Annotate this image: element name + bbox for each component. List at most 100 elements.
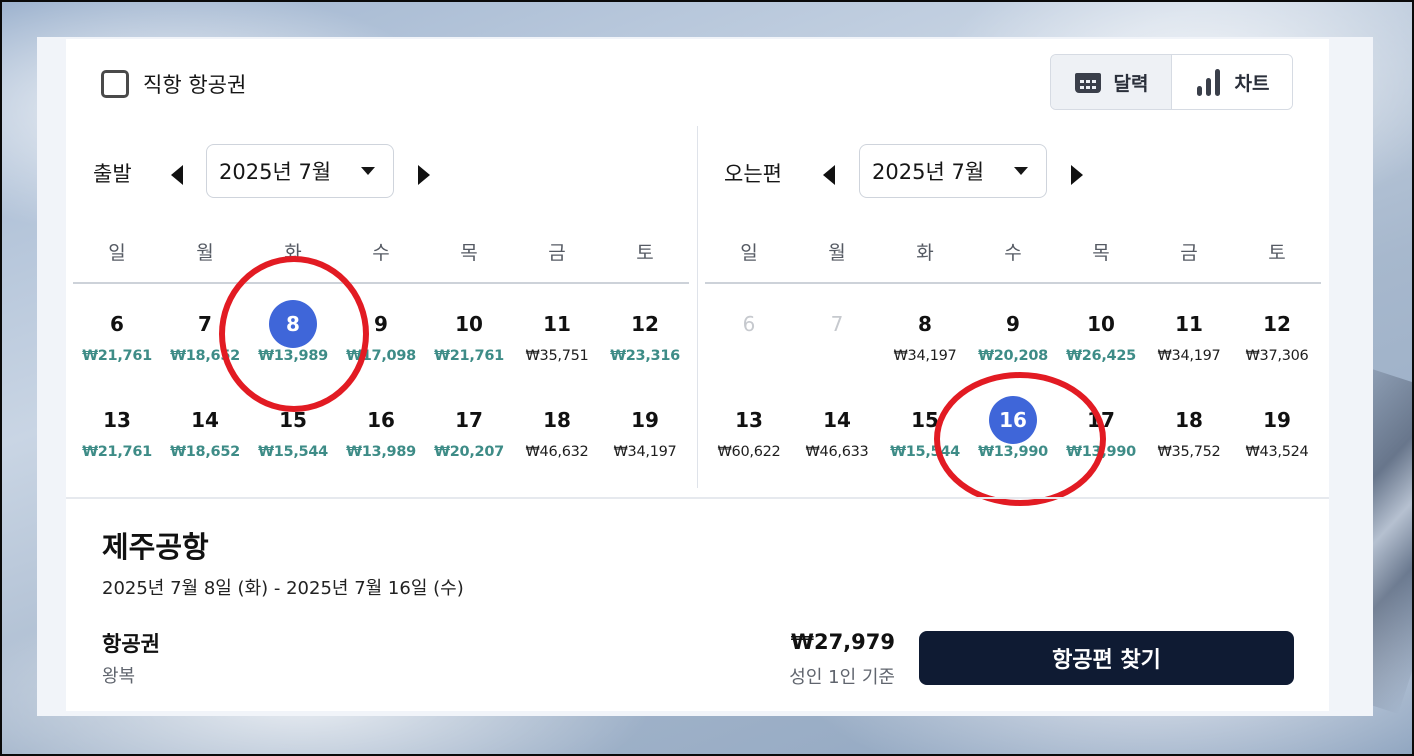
day-price: ₩21,761 xyxy=(82,444,152,460)
return-month-value: 2025년 7월 xyxy=(872,160,985,184)
day-number: 19 xyxy=(631,408,659,432)
day-price: ₩21,761 xyxy=(434,348,504,364)
day-number: 11 xyxy=(1175,312,1203,336)
return-month-select[interactable]: 2025년 7월 xyxy=(859,144,1047,198)
calendar-view-label: 달력 xyxy=(1113,72,1149,95)
destination-title: 제주공항 xyxy=(102,530,209,564)
day-cell[interactable]: 16 ₩13,989 xyxy=(337,396,425,476)
weekday-label: 토 xyxy=(636,242,654,264)
direct-flight-filter[interactable]: 직항 항공권 xyxy=(101,69,246,99)
bar-chart-icon xyxy=(1195,67,1223,97)
direct-flight-checkbox[interactable] xyxy=(101,70,129,98)
day-number: 17 xyxy=(455,408,483,432)
trip-date-range: 2025년 7월 8일 (화) - 2025년 7월 16일 (수) xyxy=(102,578,464,599)
day-price: ₩35,751 xyxy=(525,348,589,364)
day-price: ₩15,544 xyxy=(258,444,328,460)
day-cell[interactable]: 19 ₩43,524 xyxy=(1233,396,1321,476)
weekday-label: 일 xyxy=(740,242,758,264)
ticket-type: 왕복 xyxy=(102,666,136,687)
prev-month-icon[interactable] xyxy=(169,164,185,186)
prev-month-icon[interactable] xyxy=(821,164,837,186)
departure-label: 출발 xyxy=(93,162,132,186)
day-number: 10 xyxy=(455,312,483,336)
day-number: 18 xyxy=(1175,408,1203,432)
day-cell[interactable]: 11 ₩35,751 xyxy=(513,300,601,380)
day-cell[interactable]: 9 ₩20,208 xyxy=(969,300,1057,380)
annotation-circle-return xyxy=(934,372,1106,506)
return-weekday-header: 일 월 화 수 목 금 토 xyxy=(705,238,1321,265)
day-cell[interactable]: 13 ₩21,761 xyxy=(73,396,161,476)
departure-month-nav: 출발 2025년 7월 xyxy=(73,144,689,198)
day-cell[interactable]: 17 ₩20,207 xyxy=(425,396,513,476)
total-price: ₩27,979 xyxy=(790,630,895,654)
day-number: 9 xyxy=(1006,312,1020,336)
day-price: ₩21,761 xyxy=(82,348,152,364)
weekday-label: 화 xyxy=(916,242,934,264)
summary-divider xyxy=(66,497,1329,499)
chevron-down-icon xyxy=(361,167,375,175)
weekday-label: 목 xyxy=(1092,242,1110,264)
day-price: ₩23,316 xyxy=(610,348,680,364)
day-number: 6 xyxy=(742,312,756,336)
day-price: ₩18,652 xyxy=(170,444,240,460)
weekday-rule xyxy=(705,282,1321,284)
day-cell[interactable]: 8 ₩34,197 xyxy=(881,300,969,380)
departure-month-value: 2025년 7월 xyxy=(219,160,332,184)
weekday-label: 수 xyxy=(1004,242,1022,264)
direct-flight-label: 직항 항공권 xyxy=(143,73,247,97)
day-cell[interactable]: 14 ₩46,633 xyxy=(793,396,881,476)
weekday-label: 월 xyxy=(828,242,846,264)
weekday-label: 일 xyxy=(108,242,126,264)
day-cell[interactable]: 12 ₩23,316 xyxy=(601,300,689,380)
find-flights-button[interactable]: 항공편 찾기 xyxy=(919,631,1294,685)
departure-week-row: 6 ₩21,761 7 ₩18,652 8 ₩13,989 9 ₩17,098 10 ₩21,76… xyxy=(73,300,689,380)
day-price: ₩13,989 xyxy=(346,444,416,460)
day-number: 13 xyxy=(735,408,763,432)
day-price: ₩34,197 xyxy=(1157,348,1221,364)
day-number: 14 xyxy=(823,408,851,432)
day-number: 14 xyxy=(191,408,219,432)
day-price: ₩35,752 xyxy=(1157,444,1221,460)
chart-view-button[interactable]: 차트 xyxy=(1172,55,1292,109)
next-month-icon[interactable] xyxy=(1069,164,1085,186)
weekday-label: 금 xyxy=(1180,242,1198,264)
next-month-icon[interactable] xyxy=(416,164,432,186)
day-number: 18 xyxy=(543,408,571,432)
day-price: ₩34,197 xyxy=(613,444,677,460)
day-cell[interactable]: 14 ₩18,652 xyxy=(161,396,249,476)
day-price: ₩60,622 xyxy=(717,444,781,460)
calendar-icon xyxy=(1074,70,1102,94)
day-number: 16 xyxy=(367,408,395,432)
day-cell[interactable]: 18 ₩46,632 xyxy=(513,396,601,476)
departure-weekday-header: 일 월 화 수 목 금 토 xyxy=(73,238,689,265)
day-price: ₩46,632 xyxy=(525,444,589,460)
return-month-nav: 오는편 2025년 7월 xyxy=(705,144,1321,198)
weekday-label: 토 xyxy=(1268,242,1286,264)
day-price: ₩46,633 xyxy=(805,444,869,460)
day-cell: 7 xyxy=(793,300,881,380)
day-cell[interactable]: 11 ₩34,197 xyxy=(1145,300,1233,380)
view-toggle: 달력 차트 xyxy=(1050,54,1293,110)
weekday-rule xyxy=(73,282,689,284)
day-cell[interactable]: 18 ₩35,752 xyxy=(1145,396,1233,476)
day-number: 10 xyxy=(1087,312,1115,336)
day-price: ₩26,425 xyxy=(1066,348,1136,364)
day-cell[interactable]: 19 ₩34,197 xyxy=(601,396,689,476)
day-cell[interactable]: 6 ₩21,761 xyxy=(73,300,161,380)
day-number: 8 xyxy=(918,312,932,336)
calendar-view-button[interactable]: 달력 xyxy=(1051,55,1172,109)
departure-month-select[interactable]: 2025년 7월 xyxy=(206,144,394,198)
weekday-label: 월 xyxy=(196,242,214,264)
day-cell[interactable]: 13 ₩60,622 xyxy=(705,396,793,476)
day-cell[interactable]: 10 ₩26,425 xyxy=(1057,300,1145,380)
day-number: 13 xyxy=(103,408,131,432)
day-number: 11 xyxy=(543,312,571,336)
chevron-down-icon xyxy=(1014,167,1028,175)
departure-week-row: 13 ₩21,761 14 ₩18,652 15 ₩15,544 16 ₩13,989 17 ₩2… xyxy=(73,396,689,476)
day-cell[interactable]: 10 ₩21,761 xyxy=(425,300,513,380)
day-price: ₩43,524 xyxy=(1245,444,1309,460)
annotation-circle-departure xyxy=(219,256,369,412)
day-number: 12 xyxy=(1263,312,1291,336)
day-price: ₩34,197 xyxy=(893,348,957,364)
day-cell[interactable]: 12 ₩37,306 xyxy=(1233,300,1321,380)
